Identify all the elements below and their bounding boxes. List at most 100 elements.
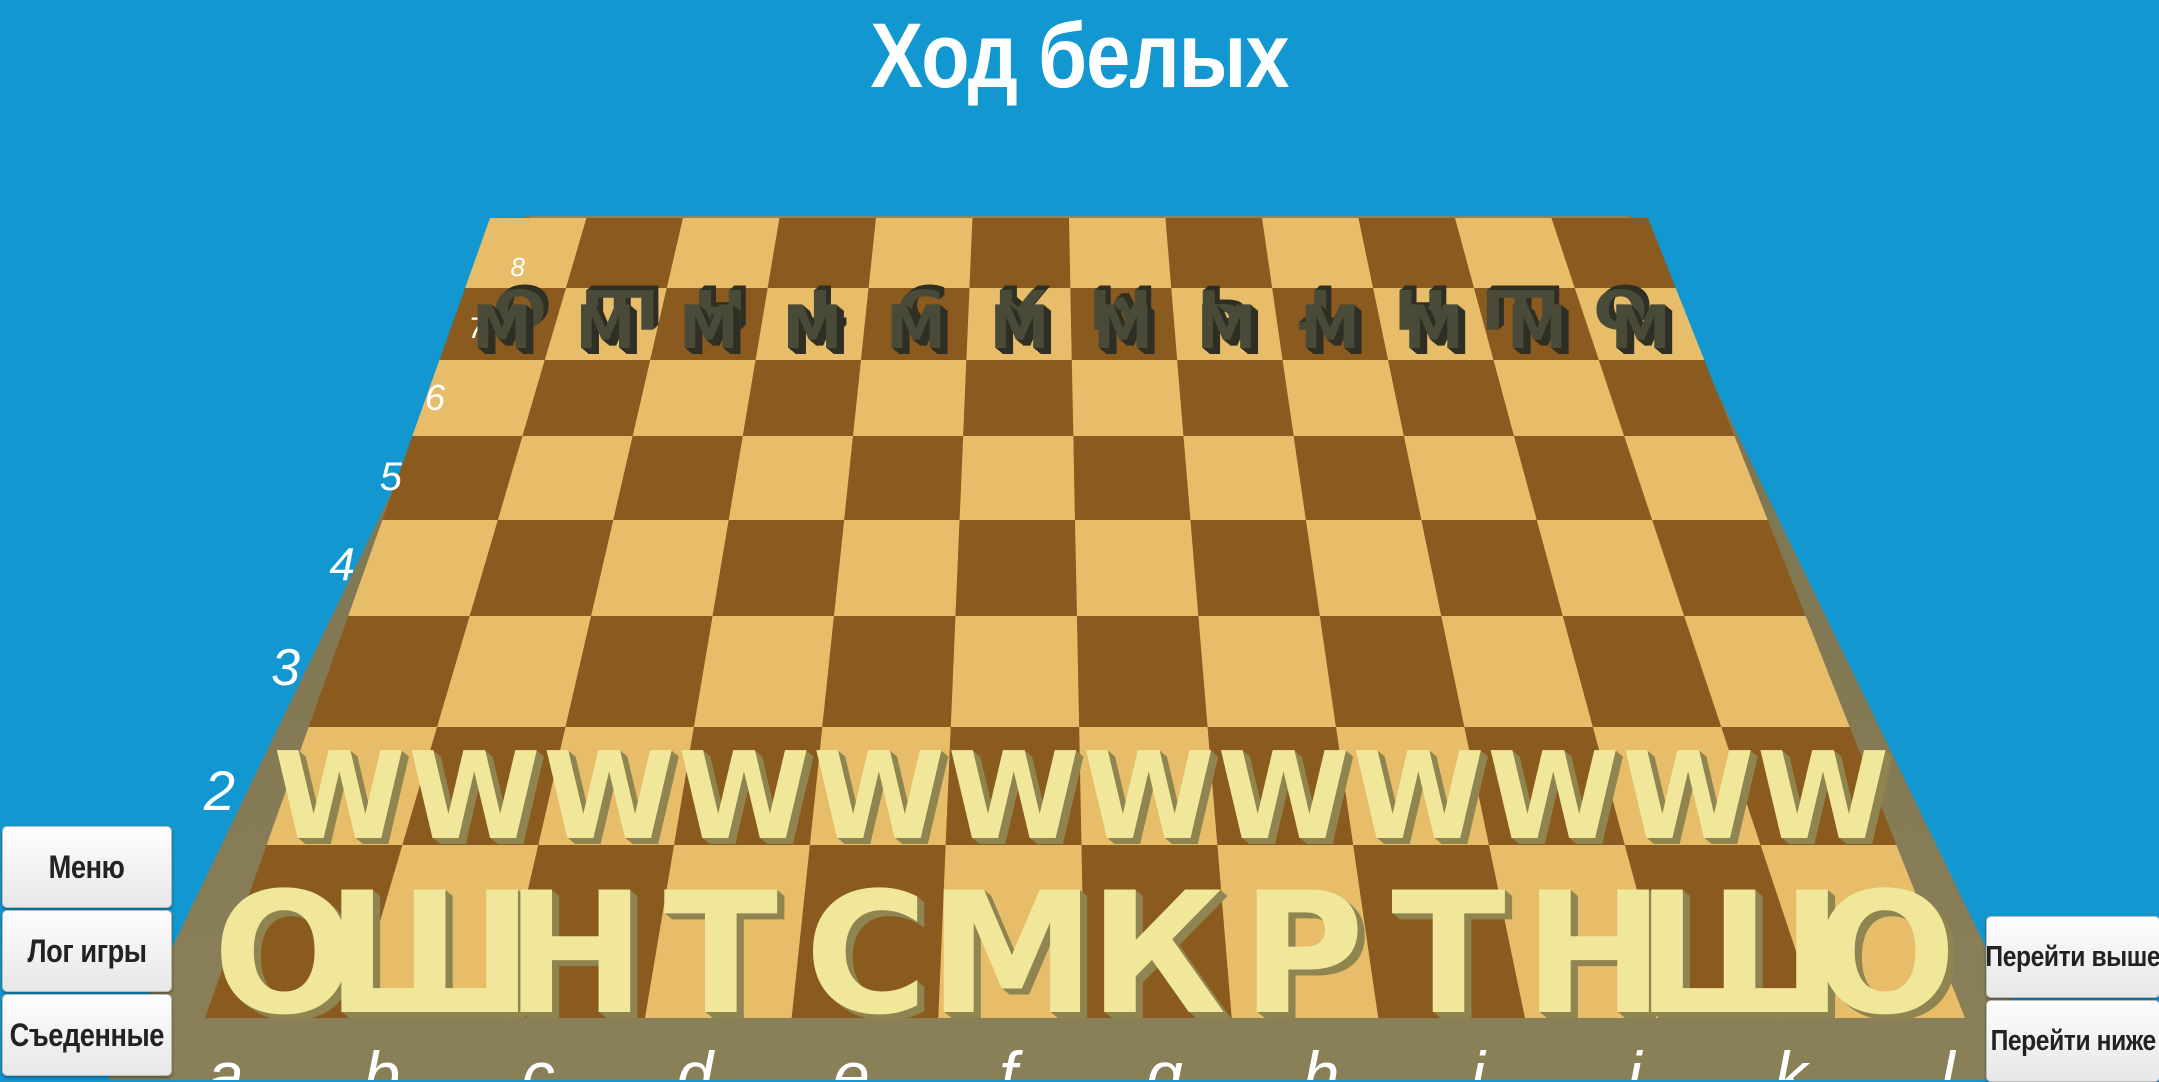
- black-pawn-j7-glyph: M: [1404, 293, 1464, 363]
- menu-button[interactable]: Меню: [2, 826, 172, 908]
- white-pawn-l2-glyph: W: [1757, 728, 1889, 867]
- rank-label-4: 4: [329, 538, 355, 590]
- square-d3[interactable]: [693, 616, 834, 727]
- square-c5[interactable]: [613, 436, 743, 520]
- white-piece-e1[interactable]: ССССССС: [805, 856, 935, 1058]
- white-pawn-j2[interactable]: WWWWWWW: [1487, 728, 1627, 873]
- square-g5[interactable]: [1073, 436, 1191, 520]
- white-piece-b1-glyph: Ш: [326, 856, 534, 1052]
- square-i5[interactable]: [1293, 436, 1422, 520]
- white-pawn-l2[interactable]: WWWWWWW: [1757, 728, 1897, 873]
- white-pawn-g2[interactable]: WWWWWWW: [1083, 728, 1223, 873]
- black-pawn-c7[interactable]: MMMMMMM: [679, 293, 746, 369]
- square-f4[interactable]: [955, 520, 1078, 616]
- black-pawn-i7[interactable]: MMMMMMM: [1300, 293, 1367, 369]
- white-pawn-f2-glyph: W: [948, 728, 1080, 867]
- black-pawn-h7-glyph: M: [1197, 293, 1257, 363]
- square-c6[interactable]: [632, 360, 756, 436]
- white-piece-i1[interactable]: ТТТТТТТ: [1391, 856, 1513, 1058]
- white-piece-h1[interactable]: РРРРРРР: [1241, 856, 1371, 1058]
- square-g6[interactable]: [1071, 360, 1184, 436]
- black-pawn-d7-glyph: M: [783, 293, 843, 363]
- black-pawn-d7[interactable]: MMMMMMM: [783, 293, 850, 369]
- white-pawn-f2[interactable]: WWWWWWW: [948, 728, 1088, 873]
- white-pawn-d2[interactable]: WWWWWWW: [678, 728, 818, 873]
- square-f6[interactable]: [963, 360, 1074, 436]
- square-c4[interactable]: [591, 520, 729, 616]
- white-piece-c1[interactable]: ННННННН: [505, 856, 653, 1058]
- white-pawn-a2-glyph: W: [273, 728, 405, 867]
- white-piece-c1-glyph: Н: [505, 856, 646, 1052]
- game-log-button[interactable]: Лог игры: [2, 910, 172, 992]
- white-piece-g1-glyph: К: [1089, 856, 1226, 1052]
- rank-label-6: 6: [425, 377, 446, 418]
- black-pawn-b7[interactable]: MMMMMMM: [576, 293, 643, 369]
- white-pawn-i2-glyph: W: [1352, 728, 1484, 867]
- go-up-button[interactable]: Перейти выше: [1986, 916, 2159, 998]
- square-c3[interactable]: [565, 616, 713, 727]
- square-d5[interactable]: [728, 436, 853, 520]
- captured-pieces-button[interactable]: Съеденные: [2, 994, 172, 1076]
- square-a5[interactable]: [382, 436, 523, 520]
- square-h4[interactable]: [1190, 520, 1320, 616]
- white-piece-d1-glyph: Т: [663, 856, 778, 1052]
- black-pawn-e7[interactable]: MMMMMMM: [886, 293, 953, 369]
- black-pawn-h7[interactable]: MMMMMMM: [1197, 293, 1264, 369]
- black-pawn-g7[interactable]: MMMMMMM: [1093, 293, 1160, 369]
- square-j6[interactable]: [1388, 360, 1514, 436]
- black-pawn-k7[interactable]: MMMMMMM: [1507, 293, 1574, 369]
- square-i4[interactable]: [1305, 520, 1442, 616]
- black-pawn-i7-glyph: M: [1300, 293, 1360, 363]
- square-d6[interactable]: [742, 360, 861, 436]
- square-g4[interactable]: [1075, 520, 1199, 616]
- square-f3[interactable]: [950, 616, 1080, 727]
- square-e3[interactable]: [822, 616, 956, 727]
- white-piece-g1[interactable]: ККККККК: [1089, 856, 1234, 1058]
- square-f5[interactable]: [959, 436, 1075, 520]
- black-pawn-e7-glyph: M: [886, 293, 946, 363]
- square-e4[interactable]: [834, 520, 960, 616]
- game-board[interactable]: 2345678a b c d e f g h i j k l ОООООО ШШШШШШ НННННН ТТ…: [0, 0, 2159, 1080]
- white-pawn-h2[interactable]: WWWWWWW: [1217, 728, 1357, 873]
- square-b6[interactable]: [522, 360, 651, 436]
- white-piece-f1-glyph: М: [928, 856, 1095, 1052]
- white-piece-l1[interactable]: ООООООО: [1814, 856, 1964, 1058]
- square-i6[interactable]: [1282, 360, 1404, 436]
- square-j5[interactable]: [1403, 436, 1537, 520]
- white-pawn-b2[interactable]: WWWWWWW: [408, 728, 548, 873]
- white-pawn-e2[interactable]: WWWWWWW: [813, 728, 953, 873]
- square-i3[interactable]: [1319, 616, 1465, 727]
- black-pawn-l7[interactable]: MMMMMMM: [1611, 293, 1678, 369]
- white-pawn-i2[interactable]: WWWWWWW: [1352, 728, 1492, 873]
- black-pawn-a7[interactable]: MMMMMMM: [472, 293, 539, 369]
- black-pawn-f7-glyph: M: [990, 293, 1050, 363]
- black-pawn-a7-glyph: M: [472, 293, 532, 363]
- black-pawn-f7[interactable]: MMMMMMM: [990, 293, 1057, 369]
- square-h3[interactable]: [1198, 616, 1336, 727]
- white-pawn-a2[interactable]: WWWWWWW: [273, 728, 413, 873]
- white-pawn-c2[interactable]: WWWWWWW: [543, 728, 683, 873]
- square-d4[interactable]: [712, 520, 845, 616]
- square-g3[interactable]: [1077, 616, 1208, 727]
- rank-label-5: 5: [380, 455, 403, 499]
- white-piece-e1-glyph: С: [805, 856, 928, 1052]
- square-e6[interactable]: [853, 360, 967, 436]
- white-pawn-b2-glyph: W: [408, 728, 540, 867]
- black-pawn-g7-glyph: M: [1093, 293, 1153, 363]
- black-pawn-c7-glyph: M: [679, 293, 739, 363]
- white-pawn-e2-glyph: W: [813, 728, 945, 867]
- white-piece-k1-glyph: Ш: [1636, 856, 1844, 1052]
- white-pawn-c2-glyph: W: [543, 728, 675, 867]
- square-h5[interactable]: [1183, 436, 1306, 520]
- white-piece-h1-glyph: Р: [1241, 856, 1364, 1052]
- white-pawn-k2[interactable]: WWWWWWW: [1622, 728, 1762, 873]
- rank-label-3: 3: [271, 639, 300, 697]
- white-piece-d1[interactable]: ТТТТТТТ: [663, 856, 785, 1058]
- square-e5[interactable]: [844, 436, 964, 520]
- white-piece-l1-glyph: О: [1814, 856, 1957, 1052]
- white-pawn-j2-glyph: W: [1487, 728, 1619, 867]
- white-piece-f1[interactable]: МММММММ: [928, 856, 1102, 1058]
- go-down-button[interactable]: Перейти ниже: [1986, 1000, 2159, 1082]
- black-pawn-j7[interactable]: MMMMMMM: [1404, 293, 1471, 369]
- square-h6[interactable]: [1177, 360, 1294, 436]
